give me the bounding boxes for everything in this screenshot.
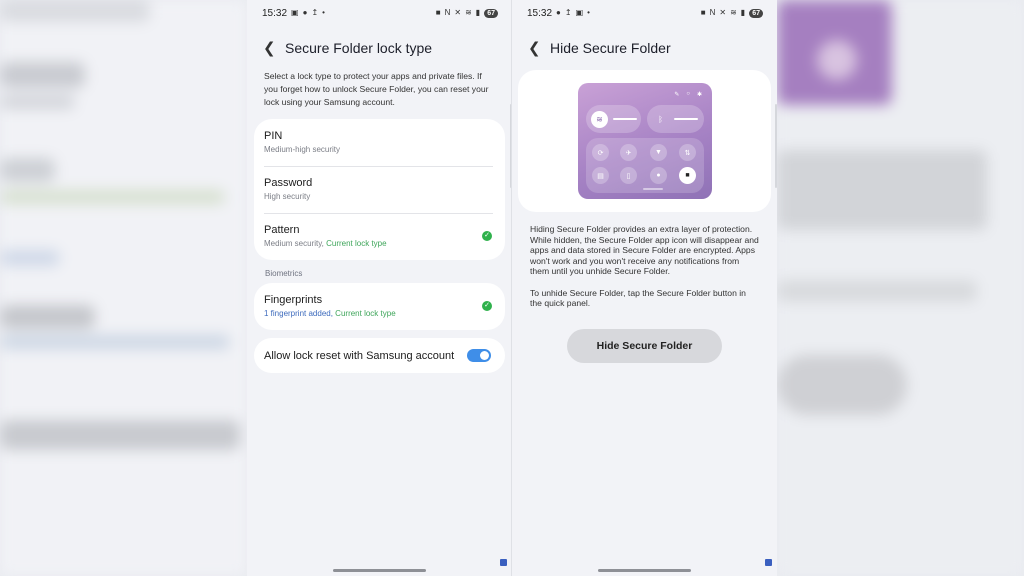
screenshot-icon: ▣: [575, 8, 584, 17]
option-title: Password: [264, 177, 313, 189]
hide-folder-screen: 15:32 ● ↥ ▣ • ■ N ✕ ≋ ▮ 67 ❮ Hide Secure…: [512, 0, 777, 576]
rotate-icon: ⟳: [592, 144, 609, 161]
biometrics-section-label: Biometrics: [265, 269, 303, 278]
hide-description: Hiding Secure Folder provides an extra l…: [530, 224, 759, 276]
data-icon: ⇅: [679, 144, 696, 161]
status-bar: 15:32 ● ↥ ▣ • ■ N ✕ ≋ ▮ 67: [512, 0, 777, 26]
folder-icon: ■: [435, 8, 441, 17]
page-title: Hide Secure Folder: [550, 40, 671, 56]
signal-icon: ▮: [475, 8, 481, 17]
bluetooth-tile: ᛒ: [647, 105, 704, 133]
upload-icon: ↥: [311, 8, 319, 17]
dot-icon: •: [587, 8, 590, 17]
fingerprints-option[interactable]: Fingerprints 1 fingerprint added, Curren…: [254, 283, 505, 330]
battery-icon: 67: [749, 8, 763, 18]
option-subtitle: 1 fingerprint added, Current lock type: [264, 309, 396, 318]
blurred-background-right: [777, 0, 1024, 576]
wifi-icon: ≋: [591, 110, 608, 128]
location-icon: ●: [556, 8, 561, 17]
lock-type-screen: 15:32 ▣ ● ↥ • ■ N ✕ ≋ ▮ 67 ❮ Secure Fold…: [247, 0, 512, 576]
unhide-instructions: To unhide Secure Folder, tap the Secure …: [530, 287, 746, 309]
back-icon[interactable]: ❮: [263, 39, 285, 57]
current-lock-label: Current lock type: [335, 309, 396, 318]
battery-icon: 67: [484, 8, 498, 18]
location-icon: ●: [650, 167, 667, 184]
edit-icon: ✎: [674, 92, 680, 98]
bluetooth-icon: ᛒ: [658, 114, 663, 124]
blurred-background-left: [0, 0, 247, 576]
option-title: PIN: [264, 130, 283, 142]
option-title: Fingerprints: [264, 294, 323, 306]
airplane-icon: ✈: [620, 144, 637, 161]
lock-option-pattern[interactable]: Pattern Medium security, Current lock ty…: [254, 213, 505, 260]
gesture-nav-handle: [598, 569, 691, 572]
upload-icon: ↥: [564, 8, 572, 17]
mute-icon: ✕: [454, 8, 462, 17]
gesture-nav-handle: [333, 569, 426, 572]
screenshot-icon: ▣: [291, 8, 299, 17]
allow-reset-toggle[interactable]: [467, 349, 491, 362]
folder-icon: ■: [700, 8, 706, 17]
file-icon: ▤: [592, 167, 609, 184]
lock-description: Select a lock type to protect your apps …: [264, 71, 489, 107]
nfc-icon: N: [444, 8, 451, 17]
wifi-tile: ≋: [586, 105, 641, 133]
edge-panel-handle[interactable]: [775, 104, 777, 188]
lock-option-pin[interactable]: PIN Medium-high security: [254, 119, 505, 166]
battery-saver-icon: ▯: [620, 167, 637, 184]
wifi-icon: ≋: [465, 8, 472, 17]
power-icon: ○: [686, 91, 690, 97]
floating-app-icon[interactable]: [500, 559, 507, 566]
check-icon: ✓: [482, 301, 492, 311]
option-title: Pattern: [264, 224, 300, 236]
option-subtitle: High security: [264, 192, 311, 201]
status-time: 15:32: [527, 7, 553, 19]
status-bar: 15:32 ▣ ● ↥ • ■ N ✕ ≋ ▮ 67: [247, 0, 512, 26]
hide-secure-folder-button[interactable]: Hide Secure Folder: [567, 328, 722, 363]
toggle-knob: [480, 351, 489, 360]
lock-options-card: PIN Medium-high security Password High s…: [254, 119, 505, 260]
header: ❮ Hide Secure Folder: [512, 26, 777, 70]
page-title: Secure Folder lock type: [285, 40, 433, 56]
dot-icon: •: [322, 8, 325, 17]
quick-panel-illustration-card: ✎ ○ ✱ ≋ ᛒ ⟳ ✈ ▼ ⇅ ▤ ▯ ● ■: [518, 70, 771, 212]
back-icon[interactable]: ❮: [528, 39, 550, 57]
secure-folder-icon: ■: [679, 167, 696, 184]
header: ❮ Secure Folder lock type: [247, 26, 512, 70]
allow-reset-label: Allow lock reset with Samsung account: [264, 349, 455, 362]
nfc-icon: N: [709, 8, 716, 17]
quick-settings-grid: ⟳ ✈ ▼ ⇅ ▤ ▯ ● ■: [586, 138, 704, 193]
signal-icon: ▮: [740, 8, 746, 17]
check-icon: ✓: [482, 231, 492, 241]
current-lock-label: Current lock type: [326, 239, 387, 248]
status-time: 15:32: [262, 7, 288, 19]
option-subtitle: Medium security, Current lock type: [264, 239, 387, 248]
lock-option-password[interactable]: Password High security: [254, 166, 505, 213]
flashlight-icon: ▼: [650, 144, 667, 161]
location-icon: ●: [302, 8, 308, 17]
option-subtitle: Medium-high security: [264, 145, 341, 154]
allow-reset-row[interactable]: Allow lock reset with Samsung account: [254, 338, 505, 373]
wifi-icon: ≋: [730, 8, 737, 17]
quick-panel-illustration: ✎ ○ ✱ ≋ ᛒ ⟳ ✈ ▼ ⇅ ▤ ▯ ● ■: [578, 83, 712, 199]
mute-icon: ✕: [719, 8, 727, 17]
gear-icon: ✱: [696, 92, 702, 98]
biometrics-card: Fingerprints 1 fingerprint added, Curren…: [254, 283, 505, 330]
floating-app-icon[interactable]: [765, 559, 772, 566]
